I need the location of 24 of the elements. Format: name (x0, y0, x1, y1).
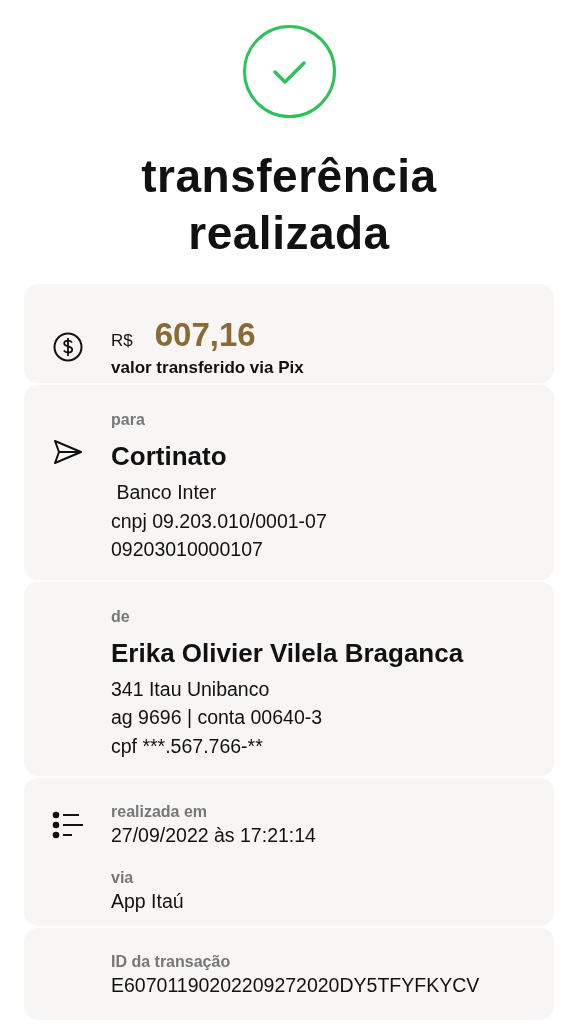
field-label: via (111, 868, 135, 888)
party-name: Cortinato (111, 440, 228, 473)
field-label: ID da transação (111, 952, 232, 972)
party-detail: ag 9696 | conta 00640-3 (111, 705, 324, 730)
party-detail: 09203010000107 (111, 537, 264, 562)
party-detail: cnpj 09.203.010/0001-07 (111, 508, 328, 534)
party-label: de (111, 606, 131, 627)
amount-caption: valor transferido via Pix (111, 358, 305, 378)
send-icon (52, 439, 83, 465)
party-label: para (111, 410, 146, 430)
field-label: realizada em (111, 802, 209, 822)
currency-symbol: R$ (111, 331, 133, 351)
party-detail: cpf ***.567.766-** (111, 733, 264, 759)
success-check-icon (242, 25, 336, 118)
amount-value: 607,16 (154, 316, 256, 354)
list-icon (51, 811, 84, 839)
party-detail: Banco Inter (115, 480, 218, 505)
field-value: E60701190202209272020DY5TFYFKYCV (111, 973, 481, 998)
page-title: transferência realizada (140, 149, 438, 261)
party-detail: 341 Itau Unibanco (111, 676, 271, 702)
dollar-icon (52, 332, 83, 362)
party-name: Erika Olivier Vilela Braganca (111, 636, 465, 670)
field-value: 27/09/2022 às 17:21:14 (111, 823, 317, 848)
field-value: App Itaú (111, 889, 185, 914)
